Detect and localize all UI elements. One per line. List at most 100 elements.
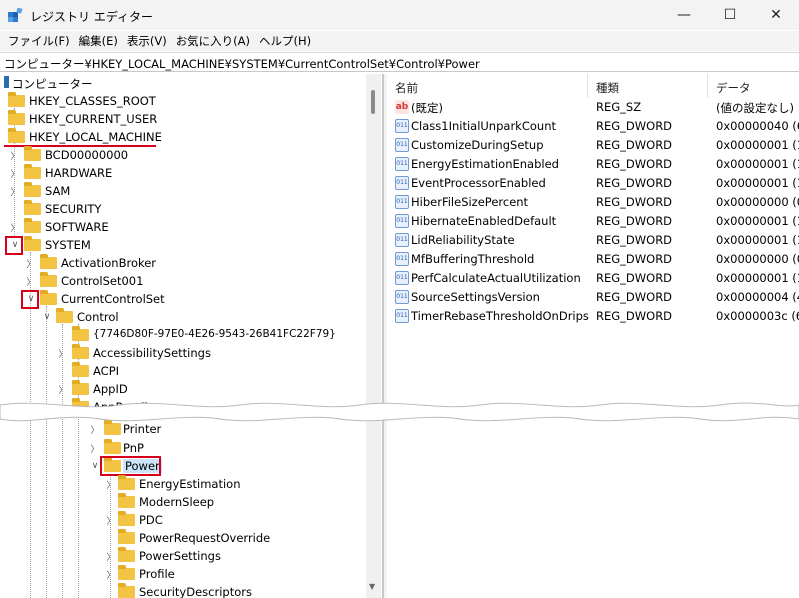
value-row[interactable]: 011 Class1InitialUnparkCount REG_DWORD 0x00… xyxy=(387,117,799,136)
tree-node-securitydescriptors[interactable]: SecurityDescriptors xyxy=(0,583,360,598)
value-row[interactable]: 011 MfBufferingThreshold REG_DWORD 0x000000… xyxy=(387,250,799,269)
tree-node-appreadiness[interactable]: AppReadiness xyxy=(0,398,360,416)
binary-value-icon: 011 xyxy=(395,176,409,190)
value-data: 0x00000001 (1) xyxy=(716,233,799,247)
scrollbar-thumb[interactable] xyxy=(371,90,375,114)
folder-icon xyxy=(72,326,89,341)
minimize-button[interactable]: — xyxy=(661,0,707,30)
menu-help[interactable]: ヘルプ(H) xyxy=(257,31,318,51)
value-row[interactable]: 011 PerfCalculateActualUtilization REG_DWO… xyxy=(387,269,799,288)
window-title: レジストリ エディター xyxy=(30,10,153,24)
tree-node-hkcu[interactable]: HKEY_CURRENT_USER xyxy=(0,110,360,128)
value-row[interactable]: ab (既定) REG_SZ (値の設定なし) xyxy=(387,98,799,117)
tree-node-control[interactable]: ∨ Control xyxy=(0,308,360,326)
tree-node-hardware[interactable]: 〉 HARDWARE xyxy=(0,164,360,182)
chevron-right-icon[interactable]: 〉 xyxy=(104,565,118,583)
tree-node-acpi[interactable]: ACPI xyxy=(0,362,360,380)
tree-node-label: CurrentControlSet xyxy=(61,292,165,306)
value-data: 0x00000000 (0) xyxy=(716,195,799,209)
menu-favorites[interactable]: お気に入り(A) xyxy=(174,31,257,51)
value-data: (値の設定なし) xyxy=(716,101,794,115)
binary-value-icon: 011 xyxy=(395,233,409,247)
tree-node-system[interactable]: ∨ SYSTEM xyxy=(0,236,360,254)
value-data: 0x00000004 (4) xyxy=(716,290,799,304)
value-row[interactable]: 011 TimerRebaseThresholdOnDripsE... REG_DW… xyxy=(387,307,799,326)
tree-scrollbar[interactable]: ▼ xyxy=(366,74,381,598)
menu-file[interactable]: ファイル(F) xyxy=(6,31,77,51)
binary-value-icon: 011 xyxy=(395,195,409,209)
column-header-name[interactable]: 名前 xyxy=(387,74,588,98)
chevron-right-icon[interactable]: 〉 xyxy=(24,272,38,290)
chevron-right-icon[interactable]: 〉 xyxy=(24,254,38,272)
tree-node-pnp[interactable]: 〉 PnP xyxy=(0,439,360,457)
value-row[interactable]: 011 LidReliabilityState REG_DWORD 0x0000000… xyxy=(387,231,799,250)
column-header-type[interactable]: 種類 xyxy=(588,74,708,98)
folder-icon xyxy=(118,547,135,562)
tree-node-energyestimation[interactable]: 〉 EnergyEstimation xyxy=(0,475,360,493)
chevron-right-icon[interactable]: 〉 xyxy=(56,380,70,398)
maximize-button[interactable]: ☐ xyxy=(707,0,753,30)
value-list-pane[interactable]: 名前 種類 データ ab (既定) REG_SZ (値の設定なし) 011 Class1I… xyxy=(387,74,799,598)
tree-node-powerrequestoverride[interactable]: PowerRequestOverride xyxy=(0,529,360,547)
key-tree-pane[interactable]: コンピューター HKEY_CLASSES_ROOT HKEY_CURRENT_U… xyxy=(0,74,383,598)
tree-node-currentcontrolset[interactable]: ∨ CurrentControlSet xyxy=(0,290,360,308)
chevron-right-icon[interactable]: 〉 xyxy=(88,420,102,438)
folder-icon xyxy=(118,493,135,508)
folder-icon xyxy=(8,92,25,107)
value-row[interactable]: 011 CustomizeDuringSetup REG_DWORD 0x000000… xyxy=(387,136,799,155)
tree-node-label: Control xyxy=(77,310,119,324)
tree-node-power[interactable]: ∨ Power xyxy=(0,457,360,475)
close-button[interactable]: ✕ xyxy=(753,0,799,30)
chevron-right-icon[interactable]: 〉 xyxy=(104,475,118,493)
folder-icon xyxy=(72,362,89,377)
tree-node-controlset001[interactable]: 〉 ControlSet001 xyxy=(0,272,360,290)
value-row[interactable]: 011 SourceSettingsVersion REG_DWORD 0x00000… xyxy=(387,288,799,307)
tree-node-accessibilitysettings[interactable]: 〉 AccessibilitySettings xyxy=(0,344,360,362)
chevron-down-icon[interactable]: ∨ xyxy=(40,308,54,326)
tree-node-modernsleep[interactable]: ModernSleep xyxy=(0,493,360,511)
chevron-right-icon[interactable]: 〉 xyxy=(56,344,70,362)
column-header-data[interactable]: データ xyxy=(708,74,799,98)
highlight-box xyxy=(21,290,39,309)
tree-node-hklm[interactable]: HKEY_LOCAL_MACHINE xyxy=(0,128,360,146)
folder-icon xyxy=(8,110,25,125)
chevron-right-icon[interactable]: 〉 xyxy=(8,182,22,200)
chevron-right-icon[interactable]: 〉 xyxy=(8,218,22,236)
tree-node-software[interactable]: 〉 SOFTWARE xyxy=(0,218,360,236)
folder-icon xyxy=(118,583,135,598)
tree-node-appid[interactable]: 〉 AppID xyxy=(0,380,360,398)
tree-node-label: Printer xyxy=(123,422,162,436)
tree-node-pdc[interactable]: 〉 PDC xyxy=(0,511,360,529)
tree-node-bcd[interactable]: 〉 BCD00000000 xyxy=(0,146,360,164)
value-row[interactable]: 011 HibernateEnabledDefault REG_DWORD 0x000… xyxy=(387,212,799,231)
tree-node-hkcr[interactable]: HKEY_CLASSES_ROOT xyxy=(0,92,360,110)
tree-node-printer[interactable]: 〉 Printer xyxy=(0,420,360,438)
binary-value-icon: 011 xyxy=(395,271,409,285)
tree-root-computer[interactable]: コンピューター xyxy=(0,74,360,92)
tree-node-powersettings[interactable]: 〉 PowerSettings xyxy=(0,547,360,565)
tree-node-label: Profile xyxy=(139,567,175,581)
address-bar[interactable]: コンピューター¥HKEY_LOCAL_MACHINE¥SYSTEM¥Curren… xyxy=(0,52,799,72)
chevron-right-icon[interactable]: 〉 xyxy=(8,164,22,182)
chevron-right-icon[interactable]: 〉 xyxy=(8,146,22,164)
chevron-right-icon[interactable]: 〉 xyxy=(88,439,102,457)
tree-node-guid[interactable]: {7746D80F-97E0-4E26-9543-26B41FC22F79} xyxy=(0,326,360,344)
folder-icon xyxy=(24,200,41,215)
tree-node-activationbroker[interactable]: 〉 ActivationBroker xyxy=(0,254,360,272)
value-row[interactable]: 011 EnergyEstimationEnabled REG_DWORD 0x000… xyxy=(387,155,799,174)
tree-node-sam[interactable]: 〉 SAM xyxy=(0,182,360,200)
chevron-right-icon[interactable]: 〉 xyxy=(104,547,118,565)
menu-edit[interactable]: 編集(E) xyxy=(77,31,125,51)
folder-icon xyxy=(40,290,57,305)
value-type: REG_DWORD xyxy=(596,290,673,304)
tree-node-label: AppReadiness xyxy=(93,400,174,414)
tree-node-security[interactable]: SECURITY xyxy=(0,200,360,218)
value-row[interactable]: 011 HiberFileSizePercent REG_DWORD 0x000000… xyxy=(387,193,799,212)
value-row[interactable]: 011 EventProcessorEnabled REG_DWORD 0x00000… xyxy=(387,174,799,193)
tree-node-profile[interactable]: 〉 Profile xyxy=(0,565,360,583)
menu-view[interactable]: 表示(V) xyxy=(125,31,174,51)
value-data: 0x00000001 (1) xyxy=(716,214,799,228)
chevron-right-icon[interactable]: 〉 xyxy=(104,511,118,529)
computer-icon xyxy=(4,76,9,88)
scroll-down-arrow-icon[interactable]: ▼ xyxy=(369,582,375,591)
